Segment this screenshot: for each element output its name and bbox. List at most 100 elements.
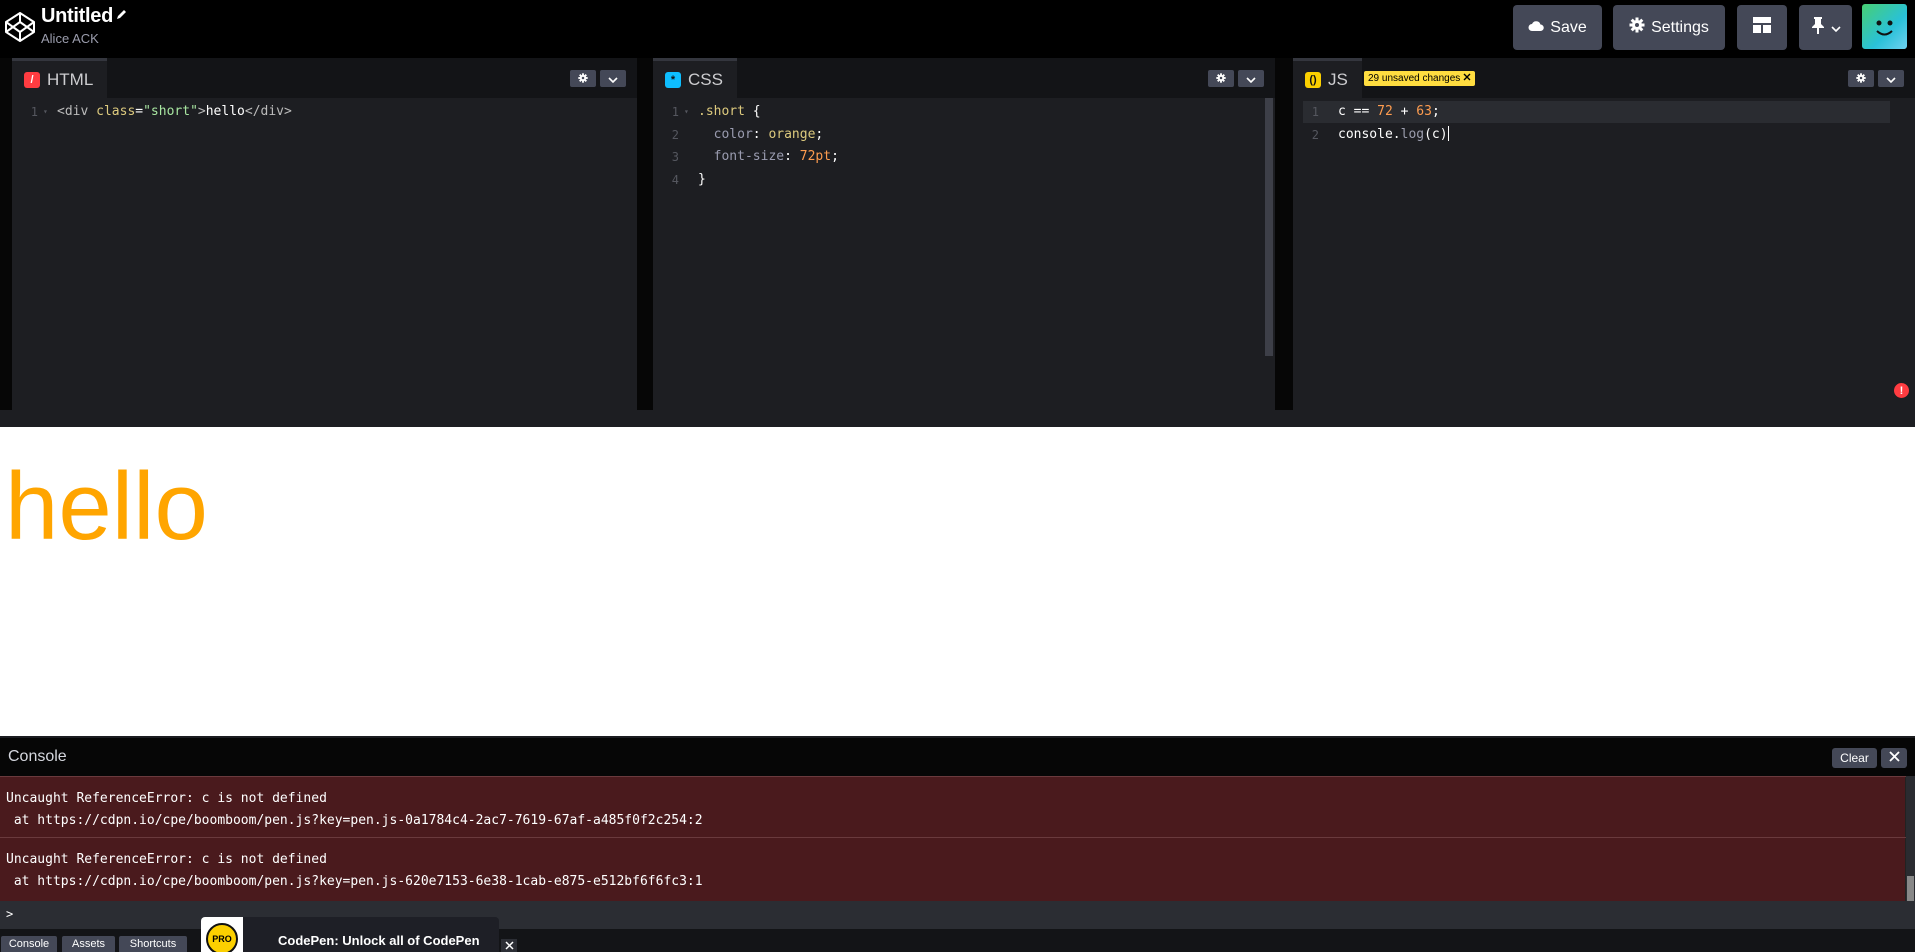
top-header: Untitled Alice ACK Save Settings: [0, 0, 1915, 58]
user-avatar[interactable]: [1862, 4, 1907, 49]
css-collapse-button[interactable]: [1238, 70, 1264, 87]
code-line[interactable]: 2 color: orange;: [653, 124, 1275, 147]
gear-icon: [578, 70, 588, 88]
html-collapse-button[interactable]: [600, 70, 626, 87]
code-text: font-size: 72pt;: [698, 149, 839, 164]
error-message: Uncaught ReferenceError: c is not define…: [6, 791, 327, 806]
line-number: 2: [1311, 127, 1319, 142]
preview-pane: hello: [0, 427, 1915, 736]
tab-html-label: HTML: [47, 69, 94, 89]
tab-css-label: CSS: [688, 69, 723, 89]
author-name[interactable]: Alice ACK: [41, 31, 128, 46]
pro-promo-banner[interactable]: PRO CodePen: Unlock all of CodePen: [201, 917, 499, 952]
console-error-entry: Uncaught ReferenceError: c is not define…: [0, 776, 1906, 836]
settings-button[interactable]: Settings: [1613, 5, 1725, 50]
unsaved-changes-badge[interactable]: 29 unsaved changes: [1364, 71, 1476, 86]
pin-icon: [1811, 16, 1825, 39]
tab-js-label: JS: [1328, 69, 1348, 89]
code-text: console.log(c): [1338, 125, 1449, 142]
code-line[interactable]: 1 ▾ .short {: [653, 101, 1275, 124]
edit-title-pencil-icon[interactable]: [116, 7, 128, 25]
code-text: c == 72 + 63;: [1338, 104, 1440, 119]
promo-text: CodePen: Unlock all of CodePen: [278, 933, 480, 948]
console-log: Uncaught ReferenceError: c is not define…: [0, 776, 1906, 901]
tab-css[interactable]: * CSS: [653, 58, 737, 98]
js-badge-icon: (): [1305, 71, 1321, 88]
line-number: 1: [1311, 105, 1319, 119]
save-label: Save: [1550, 18, 1587, 36]
chevron-down-icon: [608, 70, 618, 88]
chevron-down-icon: [1886, 70, 1896, 88]
fold-arrow-icon[interactable]: ▾: [684, 101, 689, 124]
line-number: 2: [671, 127, 679, 142]
console-error-entry: Uncaught ReferenceError: c is not define…: [0, 837, 1906, 897]
promo-close-button[interactable]: [501, 939, 517, 952]
console-header: Console Clear: [0, 736, 1915, 776]
html-code[interactable]: 1 ▾ <div class="short">hello</div>: [12, 101, 637, 124]
error-location[interactable]: at https://cdpn.io/cpe/boomboom/pen.js?k…: [6, 871, 1906, 893]
js-collapse-button[interactable]: [1878, 70, 1904, 87]
error-message: Uncaught ReferenceError: c is not define…: [6, 852, 327, 867]
code-text: .short {: [698, 104, 761, 119]
pin-menu-button[interactable]: [1799, 5, 1852, 50]
code-text: }: [698, 171, 706, 187]
css-editor: * CSS 1 ▾ .short {2 color: orange; 3 font-s…: [653, 58, 1275, 410]
preview-resizer[interactable]: [0, 410, 1915, 427]
gear-icon: [1216, 70, 1226, 88]
line-number: 1: [671, 105, 679, 119]
console-close-button[interactable]: [1881, 748, 1907, 768]
line-number: 4: [671, 172, 679, 187]
html-badge-icon: /: [24, 71, 40, 88]
fold-arrow-icon[interactable]: ▾: [43, 101, 48, 124]
settings-label: Settings: [1651, 18, 1709, 36]
layout-icon: [1753, 17, 1771, 38]
code-line[interactable]: 3 font-size: 72pt;: [653, 146, 1275, 169]
cloud-icon: [1528, 19, 1545, 37]
css-badge-icon: *: [665, 71, 681, 88]
html-settings-button[interactable]: [570, 70, 596, 87]
console-clear-button[interactable]: Clear: [1832, 748, 1877, 768]
code-line[interactable]: 1 ▾ <div class="short">hello</div>: [12, 101, 637, 124]
codepen-logo-icon[interactable]: [3, 10, 37, 44]
pen-title-block: Untitled Alice ACK: [41, 5, 128, 46]
js-tabbar: () JS 29 unsaved changes: [1293, 58, 1915, 98]
close-icon[interactable]: [1463, 73, 1471, 84]
change-view-button[interactable]: [1737, 5, 1787, 50]
tab-html[interactable]: / HTML: [12, 58, 108, 98]
css-tabbar: * CSS: [653, 58, 1275, 98]
js-editor: () JS 29 unsaved changes 1 c == 72 + 63; 2…: [1293, 58, 1915, 410]
line-number: 1: [30, 105, 38, 119]
pen-title[interactable]: Untitled: [41, 5, 113, 28]
save-button[interactable]: Save: [1513, 5, 1602, 50]
footer-assets-button[interactable]: Assets: [62, 936, 115, 952]
css-code[interactable]: 1 ▾ .short {2 color: orange; 3 font-size: 7…: [653, 101, 1275, 191]
chevron-down-icon: [1246, 70, 1256, 88]
code-text: <div class="short">hello</div>: [57, 104, 292, 119]
tab-js[interactable]: () JS: [1293, 58, 1362, 98]
code-line[interactable]: 1 c == 72 + 63;: [1293, 101, 1915, 124]
js-settings-button[interactable]: [1848, 70, 1874, 87]
code-line[interactable]: 4}: [653, 169, 1275, 192]
chevron-down-icon: [1830, 19, 1841, 37]
error-indicator-icon[interactable]: !: [1894, 383, 1909, 398]
editors-area: / HTML 1 ▾ <div class="short">hello</div> …: [0, 58, 1915, 410]
code-text: color: orange;: [698, 126, 824, 142]
html-editor: / HTML 1 ▾ <div class="short">hello</div>: [12, 58, 637, 410]
unsaved-changes-text: 29 unsaved changes: [1368, 73, 1461, 84]
preview-hello-text: hello: [5, 453, 208, 560]
footer-shortcuts-button[interactable]: Shortcuts: [119, 936, 187, 952]
console-title: Console: [8, 748, 67, 765]
css-scrollbar[interactable]: [1265, 98, 1273, 356]
code-line[interactable]: 2 console.log(c): [1293, 124, 1915, 147]
close-icon: [1888, 749, 1900, 767]
gear-icon: [1629, 17, 1645, 38]
console-scrollbar-thumb[interactable]: [1907, 876, 1914, 901]
gear-icon: [1856, 70, 1866, 88]
pro-badge-text: PRO: [206, 922, 238, 952]
js-code[interactable]: 1 c == 72 + 63; 2 console.log(c): [1293, 101, 1915, 146]
close-icon: [504, 937, 514, 952]
text-cursor: [1447, 125, 1449, 141]
error-location[interactable]: at https://cdpn.io/cpe/boomboom/pen.js?k…: [6, 810, 1906, 832]
footer-console-button[interactable]: Console: [1, 936, 57, 952]
css-settings-button[interactable]: [1208, 70, 1234, 87]
